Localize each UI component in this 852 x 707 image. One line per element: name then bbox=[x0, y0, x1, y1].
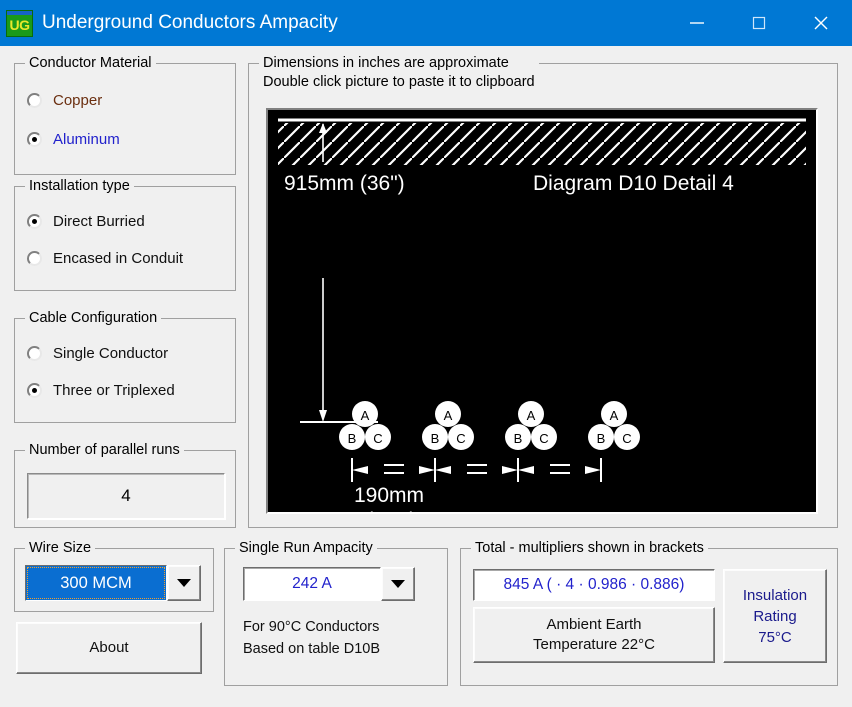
radio-encased-in-conduit-mark bbox=[27, 251, 42, 266]
group-legend-conductor-material: Conductor Material bbox=[25, 55, 156, 71]
wire-size-combo[interactable]: 300 MCM bbox=[25, 565, 201, 601]
diagram-spacing-label-2: (7.5") bbox=[366, 509, 417, 512]
window-title: Underground Conductors Ampacity bbox=[42, 12, 338, 33]
svg-text:C: C bbox=[539, 431, 548, 446]
svg-text:B: B bbox=[431, 431, 440, 446]
title-bar: UG Underground Conductors Ampacity bbox=[0, 0, 852, 46]
group-cable-configuration: Cable Configuration Single Conductor Thr… bbox=[14, 310, 236, 423]
radio-single-conductor-label: Single Conductor bbox=[53, 345, 169, 362]
wire-size-dropdown-button[interactable] bbox=[167, 565, 201, 601]
group-conductor-material: Conductor Material Copper Aluminum bbox=[14, 55, 236, 175]
maximize-icon[interactable] bbox=[728, 0, 790, 46]
ambient-earth-temperature-button[interactable]: Ambient Earth Temperature 22°C bbox=[473, 607, 715, 663]
svg-text:A: A bbox=[610, 408, 619, 423]
close-icon[interactable] bbox=[790, 0, 852, 46]
diagram-title: Diagram D10 Detail 4 bbox=[533, 172, 734, 195]
radio-aluminum-label: Aluminum bbox=[53, 131, 120, 148]
diagram-depth-label: 915mm (36") bbox=[284, 172, 405, 195]
svg-text:C: C bbox=[373, 431, 382, 446]
radio-three-or-triplexed[interactable]: Three or Triplexed bbox=[27, 382, 175, 399]
radio-encased-in-conduit[interactable]: Encased in Conduit bbox=[27, 250, 183, 267]
app-icon-label: UG bbox=[9, 16, 31, 33]
insulation-line1: Insulation bbox=[742, 586, 808, 604]
insulation-line3: 75°C bbox=[758, 628, 792, 646]
svg-text:B: B bbox=[597, 431, 606, 446]
diagram-legend-line1: Dimensions in inches are approximate bbox=[263, 55, 509, 71]
chevron-down-icon bbox=[177, 579, 191, 587]
group-wire-size: Wire Size 300 MCM bbox=[14, 540, 214, 612]
diagram-svg: 915mm (36") Diagram D10 Detail 4 A B C A bbox=[268, 110, 816, 512]
radio-three-or-triplexed-label: Three or Triplexed bbox=[53, 382, 175, 399]
app-window: UG Underground Conductors Ampacity Condu… bbox=[0, 0, 852, 707]
single-run-ampacity-combo[interactable]: 242 A bbox=[243, 567, 415, 601]
total-ampacity-field[interactable]: 845 A ( · 4 · 0.986 · 0.886) bbox=[473, 569, 715, 601]
svg-text:A: A bbox=[444, 408, 453, 423]
insulation-line2: Rating bbox=[753, 607, 797, 625]
single-run-ampacity-note-line1: For 90°C Conductors bbox=[243, 619, 380, 635]
about-button[interactable]: About bbox=[16, 622, 202, 674]
ambient-button-line1: Ambient Earth bbox=[546, 616, 642, 633]
single-run-ampacity-dropdown-button[interactable] bbox=[381, 567, 415, 601]
single-run-ampacity-note-line2: Based on table D10B bbox=[243, 641, 381, 657]
chevron-down-icon bbox=[391, 580, 405, 588]
svg-text:C: C bbox=[456, 431, 465, 446]
window-controls bbox=[666, 0, 852, 46]
single-run-ampacity-value: 242 A bbox=[292, 575, 332, 592]
group-legend-parallel-runs: Number of parallel runs bbox=[25, 442, 184, 458]
radio-copper[interactable]: Copper bbox=[27, 92, 102, 109]
group-legend-wire-size: Wire Size bbox=[25, 540, 96, 556]
svg-text:A: A bbox=[361, 408, 370, 423]
group-legend-total: Total - multipliers shown in brackets bbox=[471, 540, 708, 556]
group-legend-diagram: Dimensions in inches are approximate Dou… bbox=[259, 54, 539, 92]
radio-aluminum-mark bbox=[27, 132, 42, 147]
svg-text:C: C bbox=[622, 431, 631, 446]
wire-size-value: 300 MCM bbox=[26, 566, 166, 600]
radio-single-conductor[interactable]: Single Conductor bbox=[27, 345, 168, 362]
radio-copper-mark bbox=[27, 93, 42, 108]
diagram-legend-line2: Double click picture to paste it to clip… bbox=[263, 74, 535, 90]
app-icon: UG bbox=[6, 9, 33, 37]
radio-single-conductor-mark bbox=[27, 346, 42, 361]
group-installation-type: Installation type Direct Burried Encased… bbox=[14, 178, 236, 291]
minimize-icon[interactable] bbox=[666, 0, 728, 46]
about-button-label: About bbox=[89, 639, 129, 656]
group-parallel-runs: Number of parallel runs 4 bbox=[14, 442, 236, 528]
insulation-rating-button[interactable]: Insulation Rating 75°C bbox=[723, 569, 827, 663]
group-legend-cable-configuration: Cable Configuration bbox=[25, 310, 162, 326]
radio-aluminum[interactable]: Aluminum bbox=[27, 131, 120, 148]
svg-text:B: B bbox=[348, 431, 357, 446]
group-legend-single-run-ampacity: Single Run Ampacity bbox=[235, 540, 377, 556]
diagram-spacing-label-1: 190mm bbox=[354, 484, 424, 507]
svg-text:A: A bbox=[527, 408, 536, 423]
svg-text:B: B bbox=[514, 431, 523, 446]
single-run-ampacity-box[interactable]: 242 A bbox=[243, 567, 381, 601]
group-total: Total - multipliers shown in brackets 84… bbox=[460, 540, 838, 686]
radio-direct-burried[interactable]: Direct Burried bbox=[27, 213, 145, 230]
app-icon-band bbox=[7, 10, 32, 15]
radio-three-or-triplexed-mark bbox=[27, 383, 42, 398]
radio-direct-burried-mark bbox=[27, 214, 42, 229]
group-diagram-panel: Dimensions in inches are approximate Dou… bbox=[248, 54, 838, 528]
radio-direct-burried-label: Direct Burried bbox=[53, 213, 145, 230]
parallel-runs-field[interactable]: 4 bbox=[27, 473, 225, 519]
radio-encased-in-conduit-label: Encased in Conduit bbox=[53, 250, 184, 267]
diagram-picture[interactable]: 915mm (36") Diagram D10 Detail 4 A B C A bbox=[266, 108, 818, 514]
group-single-run-ampacity: Single Run Ampacity 242 A For 90°C Condu… bbox=[224, 540, 448, 686]
wire-size-combo-box[interactable]: 300 MCM bbox=[25, 565, 167, 601]
ambient-button-line2: Temperature 22°C bbox=[533, 636, 655, 653]
group-legend-installation-type: Installation type bbox=[25, 178, 134, 194]
radio-copper-label: Copper bbox=[53, 92, 103, 109]
total-ampacity-value: 845 A ( · 4 · 0.986 · 0.886) bbox=[503, 576, 685, 593]
parallel-runs-value: 4 bbox=[121, 486, 131, 505]
